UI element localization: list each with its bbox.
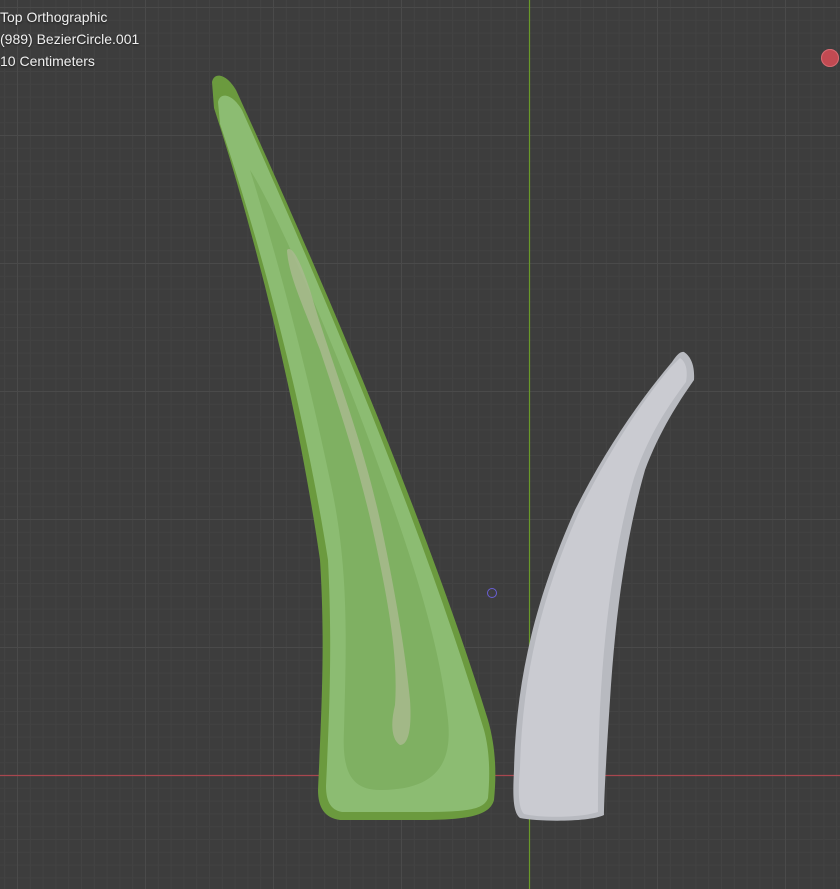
viewport-grid (0, 0, 840, 889)
grid-scale-label: 10 Centimeters (0, 53, 95, 69)
object-origin-icon (487, 588, 497, 598)
active-object-label: (989) BezierCircle.001 (0, 31, 140, 47)
view-name-label: Top Orthographic (0, 9, 108, 25)
nav-gizmo-x-axis-icon[interactable] (821, 49, 839, 67)
3d-viewport[interactable]: Top Orthographic (989) BezierCircle.001 … (0, 0, 840, 889)
